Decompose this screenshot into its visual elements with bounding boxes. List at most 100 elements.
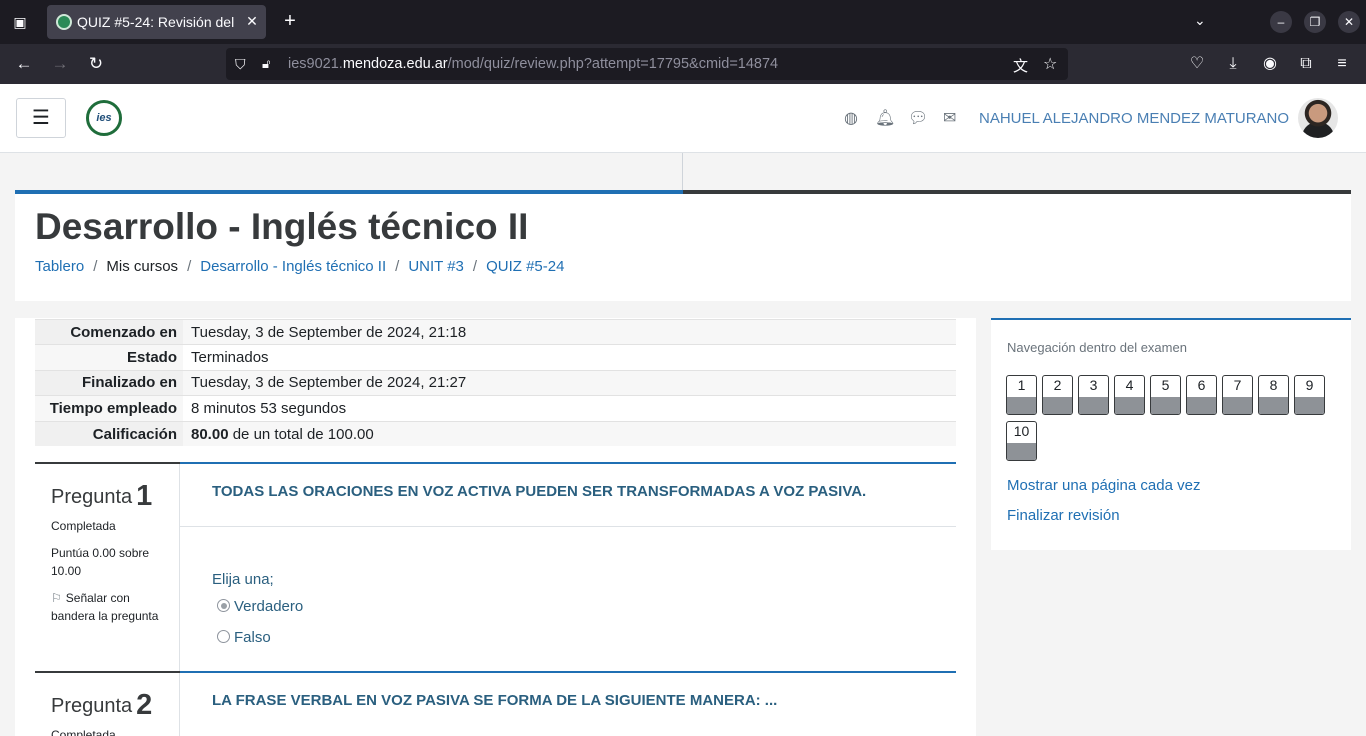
browser-tab[interactable]: QUIZ #5-24: Revisión del intento ✕ — [47, 5, 266, 39]
breadcrumb-separator: / — [187, 258, 192, 275]
close-tab-icon[interactable]: ✕ — [243, 12, 261, 30]
question-divider — [35, 462, 956, 464]
quiz-nav-button[interactable]: 3 — [1078, 375, 1109, 415]
option-label: Falso — [234, 629, 271, 646]
extensions-icon[interactable]: ⧉ — [1294, 52, 1318, 76]
table-row: Calificación 80.00 de un total de 100.00 — [35, 420, 956, 447]
question-state: Completada — [51, 519, 116, 533]
question-2: Pregunta 2 Completada LA FRASE VERBAL EN … — [35, 671, 956, 736]
show-one-page-link[interactable]: Mostrar una página cada vez — [1007, 477, 1200, 494]
finish-review-link[interactable]: Finalizar revisión — [1007, 507, 1120, 524]
quiz-nav-number: 6 — [1197, 377, 1206, 393]
radio-icon[interactable] — [217, 630, 230, 643]
grade-value: 80.00 — [191, 425, 229, 443]
page-title: Desarrollo - Inglés técnico II — [35, 206, 529, 247]
url-text[interactable]: ies9021.mendoza.edu.ar/mod/quiz/review.p… — [288, 56, 778, 72]
question-divider-left — [35, 462, 180, 464]
globe-icon[interactable]: ◍ — [844, 108, 858, 128]
table-row: Finalizado en Tuesday, 3 de September de… — [35, 369, 956, 396]
translate-icon[interactable]: 文 — [1013, 55, 1028, 76]
breadcrumb-quiz[interactable]: QUIZ #5-24 — [486, 258, 564, 275]
question-grade: Puntúa 0.00 sobre 10.00 — [51, 546, 150, 578]
grade-suffix: de un total de 100.00 — [228, 425, 374, 443]
quiz-nav-number: 4 — [1125, 377, 1134, 393]
quiz-nav-number: 1 — [1017, 377, 1026, 393]
state-indicator — [1223, 397, 1252, 414]
option-label: Verdadero — [234, 598, 304, 615]
quiz-nav-button[interactable]: 7 — [1222, 375, 1253, 415]
summary-value: Terminados — [183, 344, 956, 371]
question-1: Pregunta 1 Completada Puntúa 0.00 sobre 1… — [35, 462, 956, 672]
top-strip — [0, 153, 1366, 194]
radio-selected-icon[interactable] — [217, 599, 230, 612]
state-indicator — [1007, 443, 1036, 460]
new-tab-icon[interactable]: + — [279, 10, 301, 32]
breadcrumb-unit[interactable]: UNIT #3 — [408, 258, 464, 275]
site-logo[interactable]: ies — [86, 100, 122, 136]
shield-icon[interactable]: ⛉ — [235, 56, 246, 73]
mail-icon[interactable]: ✉ — [943, 108, 956, 128]
quiz-nav-button[interactable]: 1 — [1006, 375, 1037, 415]
question-number: 1 — [136, 480, 153, 512]
attempt-summary-table: Comenzado en Tuesday, 3 de September de … — [35, 318, 956, 447]
question-text: TODAS LAS ORACIONES EN VOZ ACTIVA PUEDEN… — [212, 483, 867, 500]
breadcrumb-dashboard[interactable]: Tablero — [35, 258, 84, 275]
chat-icon[interactable]: 💬︎ — [908, 108, 928, 128]
forward-icon[interactable]: → — [48, 52, 72, 76]
quiz-nav-button[interactable]: 2 — [1042, 375, 1073, 415]
breadcrumb-separator: / — [93, 258, 98, 275]
table-row: Comenzado en Tuesday, 3 de September de … — [35, 318, 956, 345]
table-row: Estado Terminados — [35, 344, 956, 371]
state-indicator — [1187, 397, 1216, 414]
account-icon[interactable]: ◉ — [1258, 52, 1282, 76]
quiz-nav-number: 5 — [1161, 377, 1170, 393]
answer-option-true[interactable]: Verdadero — [217, 598, 303, 615]
bell-icon[interactable]: 🔔︎ — [875, 108, 895, 128]
minimize-icon[interactable]: – — [1270, 11, 1292, 33]
download-icon[interactable]: ⤓ — [1221, 52, 1245, 76]
restore-icon[interactable]: ❐ — [1304, 11, 1326, 33]
chevron-down-icon[interactable]: ⌄ — [1194, 12, 1206, 29]
menu-icon[interactable]: ≡ — [1330, 52, 1354, 76]
pocket-icon[interactable]: ♡ — [1185, 52, 1209, 76]
state-indicator — [1007, 397, 1036, 414]
quiz-nav-number: 9 — [1305, 377, 1314, 393]
quiz-nav-button[interactable]: 10 — [1006, 421, 1037, 461]
lock-icon[interactable]: 🔓︎ — [262, 56, 270, 72]
tab-list-icon[interactable]: ▣ — [8, 10, 32, 34]
avatar[interactable] — [1298, 98, 1338, 138]
back-icon[interactable]: ← — [12, 52, 36, 76]
flag-question-link[interactable]: ⚐ Señalar con bandera la pregunta — [51, 589, 176, 625]
url-domain: mendoza.edu.ar — [342, 56, 448, 72]
question-label: Pregunta 2 — [51, 689, 152, 722]
state-indicator — [1115, 397, 1144, 414]
state-indicator — [1295, 397, 1324, 414]
quiz-nav-number: 10 — [1013, 423, 1030, 439]
breadcrumb-separator: / — [472, 258, 478, 275]
question-number: 2 — [136, 689, 153, 721]
page-header: Desarrollo - Inglés técnico II Tablero / M… — [15, 194, 1351, 301]
summary-value: 80.00 de un total de 100.00 — [183, 420, 956, 447]
address-bar[interactable]: ⛉ 🔓︎ ies9021.mendoza.edu.ar/mod/quiz/rev… — [226, 48, 1068, 80]
flag-label: Señalar con bandera la pregunta — [51, 591, 159, 623]
quiz-nav-button[interactable]: 5 — [1150, 375, 1181, 415]
breadcrumb-course[interactable]: Desarrollo - Inglés técnico II — [200, 258, 386, 275]
quiz-nav-button[interactable]: 6 — [1186, 375, 1217, 415]
user-name[interactable]: NAHUEL ALEJANDRO MENDEZ MATURANO — [979, 110, 1289, 127]
reload-icon[interactable]: ↻ — [84, 52, 108, 76]
quiz-nav-button[interactable]: 4 — [1114, 375, 1145, 415]
quiz-nav-button[interactable]: 8 — [1258, 375, 1289, 415]
url-prefix: ies9021. — [288, 56, 343, 72]
summary-value: 8 minutos 53 segundos — [183, 395, 956, 422]
answer-option-false[interactable]: Falso — [217, 629, 271, 646]
breadcrumb-separator: / — [395, 258, 400, 275]
drawer-toggle-button[interactable]: ☰ — [16, 98, 66, 138]
state-indicator — [1079, 397, 1108, 414]
state-indicator — [1151, 397, 1180, 414]
close-window-icon[interactable]: ✕ — [1338, 11, 1360, 33]
flag-icon: ⚐ — [51, 591, 62, 605]
logo-text: ies — [96, 112, 112, 124]
quiz-nav-button[interactable]: 9 — [1294, 375, 1325, 415]
bookmark-star-icon[interactable]: ☆ — [1043, 54, 1057, 74]
question-label-text: Pregunta — [51, 695, 133, 717]
